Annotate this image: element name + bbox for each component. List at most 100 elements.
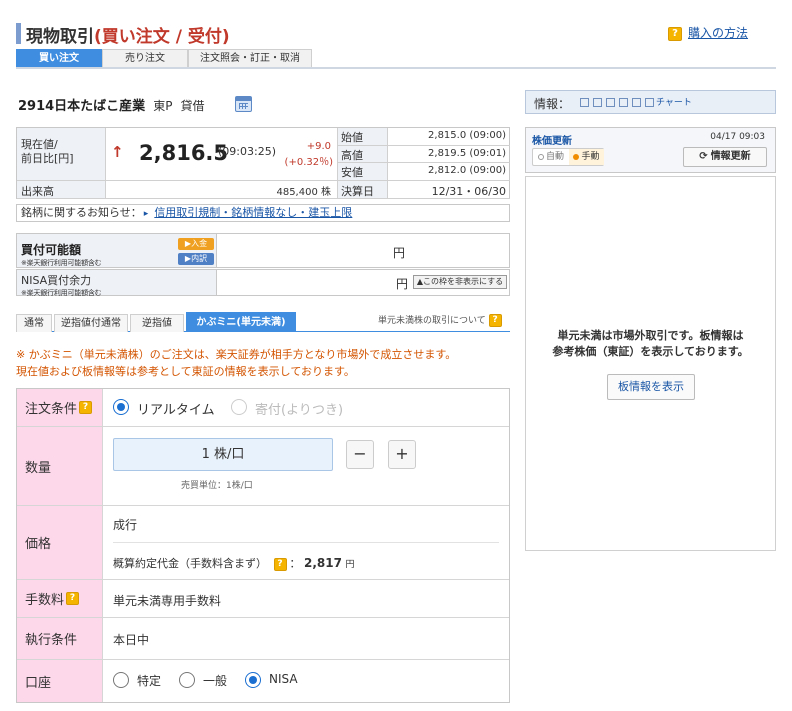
title-accent-bar: [16, 23, 21, 44]
help-icon[interactable]: ?: [66, 592, 80, 605]
show-board-button[interactable]: 板情報を表示: [607, 374, 695, 400]
nisa-note: ※楽天銀行利用可能額含む: [21, 289, 102, 297]
odd-lot-info[interactable]: 単元未満株の取引について ?: [378, 313, 502, 327]
tab-kabumini[interactable]: かぶミニ(単元未満): [186, 312, 296, 332]
title-emphasis: (買い注文 / 受付): [94, 27, 230, 47]
update-title: 株価更新: [532, 136, 572, 147]
help-link-label[interactable]: 購入の方法: [688, 26, 748, 40]
purchase-help-link[interactable]: ? 購入の方法: [668, 24, 748, 41]
update-mode-toggle: 自動 手動: [532, 148, 604, 166]
auto-update-option[interactable]: 自動: [533, 149, 569, 165]
quantity-plus-button[interactable]: +: [388, 440, 416, 469]
price-row: 価格 成行 概算約定代金（手数料含まず） ?： 2,817 円: [17, 506, 509, 580]
order-condition-options: リアルタイム 寄付(よりつき): [103, 389, 509, 426]
tab-order-inquiry[interactable]: 注文照会・訂正・取消: [188, 49, 312, 67]
tab-stop-with-normal[interactable]: 逆指値付通常: [54, 314, 128, 332]
high-value: 2,819.5 (09:01): [388, 146, 510, 163]
notice-link[interactable]: 信用取引規制・銘柄情報なし・建玉上限: [154, 206, 352, 219]
nisa-label: NISA買付余力: [21, 274, 92, 287]
order-condition-label: 注文条件?: [17, 389, 103, 426]
fee-value: 単元未満専用手数料: [113, 594, 222, 608]
tab-stop[interactable]: 逆指値: [130, 314, 184, 332]
account-ippan-label[interactable]: 一般: [203, 672, 227, 689]
account-nisa-radio[interactable]: [245, 672, 261, 688]
trading-unit-note: 売買単位：1株/口: [181, 481, 253, 491]
volume-value: 485,400 株: [106, 181, 338, 199]
price-divider: [113, 542, 499, 543]
chart-link[interactable]: チャート: [656, 98, 692, 108]
tab-buy-order[interactable]: 買い注文: [16, 49, 102, 67]
refresh-button[interactable]: ⟳ 情報更新: [683, 147, 767, 167]
trend-icon[interactable]: [606, 98, 615, 107]
document-icon[interactable]: [593, 98, 602, 107]
realtime-label[interactable]: リアルタイム: [137, 399, 215, 418]
help-icon: ?: [668, 26, 682, 41]
price-type: 成行: [113, 518, 138, 532]
current-price: 2,816.5: [139, 141, 229, 165]
quantity-controls: 1 株/口 − + 売買単位：1株/口: [103, 427, 509, 505]
account-nisa-label[interactable]: NISA: [269, 672, 298, 686]
execution-row: 執行条件 本日中: [17, 618, 509, 660]
account-tokutei-radio[interactable]: [113, 672, 129, 688]
notice-arrow-icon: ▸: [143, 209, 149, 219]
price-details: 成行 概算約定代金（手数料含まず） ?： 2,817 円: [103, 506, 509, 579]
stock-name: 2914日本たばこ産業: [18, 99, 146, 114]
board-message: 単元未満は市場外取引です。板情報は 参考株価（東証）を表示しております。: [552, 329, 749, 358]
settlement-label: 決算日: [338, 181, 388, 199]
warning-line-2: 現在値および板情報等は参考として東証の情報を表示しております。: [16, 365, 355, 378]
page-header: 現物取引(買い注文 / 受付): [16, 20, 776, 47]
calendar-icon[interactable]: [235, 96, 252, 112]
account-ippan-radio[interactable]: [179, 672, 195, 688]
chart-icon[interactable]: [645, 98, 654, 107]
deposit-button[interactable]: ▶入金: [178, 238, 214, 250]
table-icon[interactable]: [619, 98, 628, 107]
high-label: 高値: [338, 146, 388, 163]
manual-update-option[interactable]: 手動: [569, 149, 604, 165]
page-title: 現物取引(買い注文 / 受付): [26, 22, 230, 47]
fee-row: 手数料? 単元未満専用手数料: [17, 580, 509, 618]
price-label: 価格: [17, 506, 103, 579]
nisa-power-row: NISA買付余力 ※楽天銀行利用可能額含む 円 ▲この枠を非表示にする: [16, 269, 510, 297]
building-icon[interactable]: [632, 98, 641, 107]
buying-power-row: 買付可能額 ※楽天銀行利用可能額含む ▶入金 ▶内訳 円: [16, 233, 510, 268]
account-options: 特定 一般 NISA: [103, 660, 509, 702]
help-icon[interactable]: ?: [273, 557, 287, 571]
quantity-minus-button[interactable]: −: [346, 440, 374, 469]
stock-notice: 銘柄に関するお知らせ： ▸ 信用取引規制・銘柄情報なし・建玉上限: [16, 204, 510, 222]
price-change-pct: (+0.32％): [284, 157, 333, 168]
margin-type: 貸借: [180, 99, 205, 113]
help-icon[interactable]: ?: [488, 314, 502, 327]
radio-icon: [537, 153, 544, 160]
order-mode-tabs: 買い注文 売り注文 注文照会・訂正・取消: [16, 49, 776, 69]
buying-power-label-cell: 買付可能額 ※楽天銀行利用可能額含む ▶入金 ▶内訳: [17, 234, 217, 267]
buying-power-panel: 買付可能額 ※楽天銀行利用可能額含む ▶入金 ▶内訳 円 NISA買付余力 ※楽…: [16, 233, 510, 297]
info-toolbar: 情報： チャート: [525, 90, 776, 114]
info-icons: チャート: [578, 95, 692, 109]
quantity-input[interactable]: 1 株/口: [113, 438, 333, 471]
order-form: 注文条件? リアルタイム 寄付(よりつき) 数量 1 株/口 − + 売買単位：…: [16, 388, 510, 703]
settlement-value: 12/31・06/30: [388, 181, 510, 199]
execution-value: 本日中: [113, 633, 150, 647]
price-change: +9.0: [306, 141, 331, 152]
order-board-panel: 単元未満は市場外取引です。板情報は 参考株価（東証）を表示しております。 板情報…: [525, 176, 776, 551]
help-icon[interactable]: ?: [79, 401, 93, 414]
low-label: 安値: [338, 163, 388, 181]
open-value: 2,815.0 (09:00): [388, 128, 510, 146]
buying-power-unit: 円: [393, 246, 406, 260]
breakdown-button[interactable]: ▶内訳: [178, 253, 214, 265]
tab-normal[interactable]: 通常: [16, 314, 52, 332]
estimated-amount-value: 2,817: [304, 556, 342, 570]
warning-line-1: ※ かぶミニ（単元未満株）のご注文は、楽天証券が相手方となり市場外で成立させます…: [16, 348, 457, 361]
odd-lot-info-label[interactable]: 単元未満株の取引について: [378, 316, 486, 326]
fee-value-cell: 単元未満専用手数料: [103, 580, 509, 617]
tab-sell-order[interactable]: 売り注文: [102, 49, 188, 67]
order-condition-row: 注文条件? リアルタイム 寄付(よりつき): [17, 389, 509, 427]
account-label: 口座: [17, 660, 103, 702]
account-row: 口座 特定 一般 NISA: [17, 660, 509, 702]
realtime-radio[interactable]: [113, 399, 129, 415]
account-tokutei-label[interactable]: 特定: [137, 672, 161, 689]
hide-panel-button[interactable]: ▲この枠を非表示にする: [413, 275, 507, 289]
title-prefix: 現物取引: [26, 27, 94, 47]
board-icon[interactable]: [580, 98, 589, 107]
estimated-amount: 概算約定代金（手数料含まず） ?： 2,817 円: [113, 556, 355, 571]
